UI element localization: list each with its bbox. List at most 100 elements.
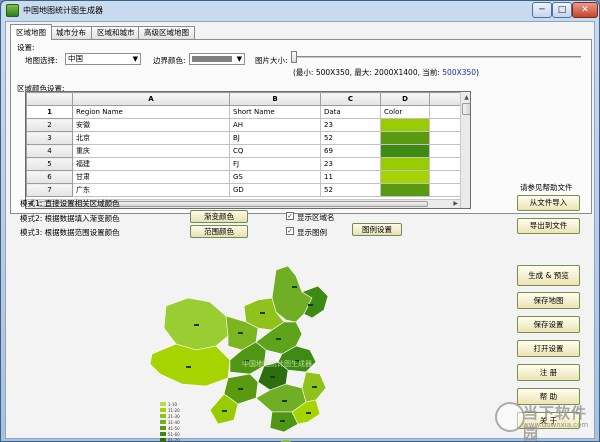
grid-cell[interactable]: 23 (320, 157, 381, 171)
save-map-button[interactable]: 保存地图 (517, 292, 580, 309)
grid-cell[interactable]: Short Name (229, 105, 321, 119)
legend-settings-button[interactable]: 图例设置 (352, 223, 402, 236)
register-button[interactable]: 注 册 (517, 364, 580, 381)
image-size-slider[interactable] (291, 51, 581, 63)
grid-cell[interactable]: Data (320, 105, 381, 119)
show-region-name-checkbox[interactable]: ✓ (286, 212, 294, 220)
map-region (149, 343, 231, 387)
grid-cell[interactable]: 广东 (72, 183, 230, 197)
grid-cell[interactable]: CQ (229, 144, 321, 158)
grid-cell[interactable]: 52 (320, 183, 381, 197)
legend-swatch (160, 420, 166, 424)
tab-region-and-city[interactable]: 区域和城市 (91, 26, 141, 39)
grid-cell[interactable]: BJ (229, 131, 321, 145)
col-header-d[interactable]: D (380, 92, 430, 106)
image-size-label: 图片大小: (255, 56, 288, 65)
row-header[interactable]: 2 (26, 118, 73, 132)
color-cell[interactable] (380, 118, 430, 132)
import-from-file-button[interactable]: 从文件导入 (517, 195, 580, 211)
grid-cell[interactable] (429, 131, 461, 145)
legend-label: 31-40 (168, 420, 180, 425)
size-hint-suffix: ) (476, 68, 479, 77)
row-header[interactable]: 7 (26, 183, 73, 197)
export-to-file-button[interactable]: 导出到文件 (517, 218, 580, 234)
grid-cell[interactable]: Color (380, 105, 430, 119)
grid-cell[interactable]: 北京 (72, 131, 230, 145)
legend-swatch (160, 432, 166, 436)
color-cell[interactable] (380, 183, 430, 197)
table-row[interactable]: 5 福建 FJ 23 (26, 157, 461, 171)
grid-cell[interactable] (429, 157, 461, 171)
scroll-thumb[interactable] (462, 103, 470, 115)
settings-group-label: 设置: (17, 43, 35, 52)
grid-cell[interactable] (429, 183, 461, 197)
grid-cell[interactable]: 福建 (72, 157, 230, 171)
color-cell[interactable] (380, 144, 430, 158)
col-header-a[interactable]: A (72, 92, 230, 106)
tab-city-distribution[interactable]: 城市分布 (50, 26, 92, 39)
grid-cell[interactable] (429, 105, 461, 119)
map-select-label: 地图选择: (25, 56, 58, 65)
maximize-button[interactable]: □ (552, 2, 572, 18)
grid-cell[interactable]: 安徽 (72, 118, 230, 132)
tab-region-map[interactable]: 区域地图 (10, 24, 52, 40)
save-settings-button[interactable]: 保存设置 (517, 316, 580, 333)
watermark: 当下软件园 www.downxia.com (495, 402, 591, 442)
tab-advanced-region-map[interactable]: 高级区域地图 (138, 26, 195, 39)
grid-cell[interactable]: 52 (320, 131, 381, 145)
table-row[interactable]: 6 甘肃 GS 11 (26, 170, 461, 184)
row-header[interactable]: 3 (26, 131, 73, 145)
mode3-label: 模式3: 根据数据范围设置颜色 (20, 228, 120, 237)
row-header[interactable]: 6 (26, 170, 73, 184)
title-bar[interactable]: 中国地图统计图生成器 ─ □ ✕ (1, 1, 599, 21)
color-cell[interactable] (380, 131, 430, 145)
show-legend-checkbox[interactable]: ✓ (286, 227, 294, 235)
grid-cell[interactable]: 11 (320, 170, 381, 184)
col-header-c[interactable]: C (320, 92, 381, 106)
region-color-grid[interactable]: A B C D 1 Region Name Short Name Data Co… (25, 91, 471, 209)
grid-cell[interactable] (429, 118, 461, 132)
legend-swatch (160, 408, 166, 412)
grid-cell[interactable]: GD (229, 183, 321, 197)
grid-cell[interactable]: GS (229, 170, 321, 184)
client-area: 区域地图 城市分布 区域和城市 高级区域地图 设置: 地图选择: 中国 ▼ 边界… (5, 21, 595, 442)
generate-preview-button[interactable]: 生成 & 预览 (517, 265, 580, 286)
color-cell[interactable] (380, 170, 430, 184)
close-button[interactable]: ✕ (572, 2, 598, 18)
table-row[interactable]: 7 广东 GD 52 (26, 183, 461, 197)
grid-cell[interactable]: 69 (320, 144, 381, 158)
map-preview: 中国地图统计图生成器 1-10 11-20 21-30 31-40 41-50 51-60… (126, 262, 422, 442)
scroll-right-icon[interactable]: ▶ (453, 200, 458, 207)
map-select-dropdown[interactable]: 中国 ▼ (65, 53, 141, 65)
chevron-down-icon: ▼ (236, 55, 242, 63)
table-row[interactable]: 4 重庆 CQ 69 (26, 144, 461, 158)
grid-cell[interactable]: 23 (320, 118, 381, 132)
table-row[interactable]: 2 安徽 AH 23 (26, 118, 461, 132)
col-header-b[interactable]: B (229, 92, 321, 106)
window-title: 中国地图统计图生成器 (23, 6, 103, 15)
scroll-up-icon[interactable]: ▲ (462, 93, 470, 102)
show-region-name-label: 显示区域名 (297, 213, 335, 222)
color-cell[interactable] (380, 157, 430, 171)
grid-cell[interactable]: 重庆 (72, 144, 230, 158)
grid-cell[interactable]: FJ (229, 157, 321, 171)
minimize-button[interactable]: ─ (532, 2, 552, 18)
grid-cell[interactable]: AH (229, 118, 321, 132)
grid-cell[interactable] (429, 144, 461, 158)
range-color-button[interactable]: 范围颜色 (190, 225, 248, 238)
row-header[interactable]: 4 (26, 144, 73, 158)
region-map-panel: 设置: 地图选择: 中国 ▼ 边界颜色: ▼ 图片大小: (最小: 500X35… (10, 39, 592, 214)
grid-cell[interactable]: 甘肃 (72, 170, 230, 184)
border-color-dropdown[interactable]: ▼ (189, 53, 245, 65)
slider-thumb[interactable] (291, 51, 297, 63)
legend-swatch (160, 402, 166, 406)
table-row[interactable]: 3 北京 BJ 52 (26, 131, 461, 145)
gradient-color-button[interactable]: 渐变颜色 (190, 210, 248, 223)
open-settings-button[interactable]: 打开设置 (517, 340, 580, 357)
row-header[interactable]: 5 (26, 157, 73, 171)
row-header[interactable]: 1 (26, 105, 73, 119)
grid-vertical-scrollbar[interactable]: ▲ (460, 92, 470, 208)
grid-cell[interactable] (429, 170, 461, 184)
grid-cell[interactable]: Region Name (72, 105, 230, 119)
legend-swatch (160, 438, 166, 442)
